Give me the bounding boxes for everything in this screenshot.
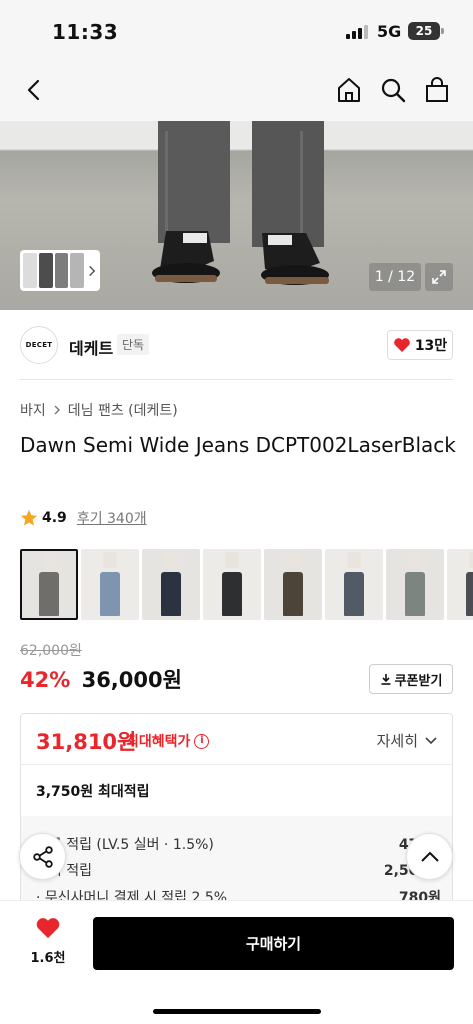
thumbnail-figure-top <box>347 552 361 568</box>
brand-row: DECET 데케트 단독 13만 <box>20 326 453 366</box>
points-breakdown: 등급 적립 (LV.5 실버 · 1.5%) 470원 후기 적립 2,500원… <box>21 816 452 912</box>
coupon-label: 쿠폰받기 <box>394 673 443 689</box>
wish-button[interactable]: 1.6천 <box>26 916 70 966</box>
benefit-box: 31,810원 최대혜택가 i 자세히 3,750원 최대적립 등급 적립 (L… <box>20 713 453 913</box>
discount-rate: 42% <box>20 668 71 692</box>
home-icon <box>338 78 360 102</box>
thumbnail-figure <box>39 572 59 616</box>
thumbnail-figure <box>100 572 120 616</box>
max-points: 3,750원 최대적립 <box>36 784 150 800</box>
product-title: Dawn Semi Wide Jeans DCPT002LaserBlack <box>20 433 456 457</box>
thumbnail-figure-top <box>286 552 300 568</box>
max-benefit-text: 최대혜택가 <box>126 734 191 750</box>
brand-logo[interactable]: DECET <box>20 326 58 364</box>
status-bar: 11:33 5G 25 <box>0 0 473 60</box>
thumbnail-figure <box>161 572 181 616</box>
thumbnail-figure-top <box>164 552 178 568</box>
price-row: 42% 36,000원 <box>20 664 182 694</box>
thumbnail-item[interactable] <box>447 549 473 620</box>
original-price: 62,000원 <box>20 643 82 659</box>
signal-icon <box>346 25 370 39</box>
thumbnail-figure <box>283 572 303 616</box>
image-counter: 1 / 12 <box>369 263 421 291</box>
download-icon <box>381 674 391 685</box>
thumbnail-item[interactable] <box>386 549 444 620</box>
share-button[interactable] <box>19 833 66 880</box>
thumbnail-item[interactable] <box>20 549 78 620</box>
thumbnail-figure-top <box>42 552 56 568</box>
back-button[interactable] <box>16 72 52 108</box>
max-benefit-price: 31,810원 <box>36 730 137 754</box>
mini-image <box>54 253 69 288</box>
chevron-right-icon <box>54 405 60 415</box>
brand-name[interactable]: 데케트 <box>69 335 113 359</box>
thumbnail-item[interactable] <box>81 549 139 620</box>
benefit-header: 31,810원 최대혜택가 i 자세히 <box>21 714 452 765</box>
mini-image <box>23 253 37 288</box>
thumbnail-item[interactable] <box>325 549 383 620</box>
rating-value: 4.9 <box>42 510 67 526</box>
home-indicator <box>153 1009 321 1014</box>
product-hero-image[interactable]: 1 / 12 <box>0 121 473 310</box>
thumbnail-item[interactable] <box>264 549 322 620</box>
rating-row: 4.9 후기 340개 <box>20 508 147 528</box>
cart-button[interactable] <box>419 72 455 108</box>
bottom-action-bar: 1.6천 구매하기 <box>0 900 473 1024</box>
benefit-detail-button[interactable]: 자세히 <box>377 730 438 751</box>
scroll-top-button[interactable] <box>406 833 453 880</box>
battery-icon: 25 <box>408 22 440 40</box>
expand-button[interactable] <box>425 263 453 291</box>
mini-image <box>70 253 84 288</box>
points-row: 후기 적립 2,500원 <box>36 860 441 880</box>
thumbnail-figure-top <box>225 552 239 568</box>
info-icon[interactable]: i <box>194 733 210 749</box>
thumbnail-figure <box>466 572 473 616</box>
thumbnail-figure-top <box>469 552 473 568</box>
wish-count: 1.6천 <box>30 951 66 966</box>
heart-icon <box>36 918 60 939</box>
status-time: 11:33 <box>52 20 119 44</box>
chevron-right-icon <box>89 265 96 276</box>
chevron-up-icon <box>420 851 439 862</box>
thumbnail-item[interactable] <box>203 549 261 620</box>
thumbnail-carousel[interactable] <box>20 549 473 620</box>
thumbnail-figure-top <box>103 552 117 568</box>
thumbnail-figure-top <box>408 552 422 568</box>
buy-button[interactable]: 구매하기 <box>93 917 454 970</box>
exclusive-badge: 단독 <box>117 334 150 355</box>
brand-like-count: 13만 <box>414 338 448 354</box>
top-nav <box>0 60 473 121</box>
back-icon <box>27 79 40 101</box>
sale-price: 36,000원 <box>81 668 182 692</box>
search-icon <box>381 78 406 103</box>
breadcrumb-item[interactable]: 바지 <box>20 400 46 420</box>
divider <box>20 379 453 380</box>
points-row: 등급 적립 (LV.5 실버 · 1.5%) 470원 <box>36 834 441 854</box>
home-button[interactable] <box>331 72 367 108</box>
thumbnail-item[interactable] <box>142 549 200 620</box>
max-benefit-label: 최대혜택가 i <box>126 731 210 751</box>
shopping-bag-icon <box>426 77 448 102</box>
share-icon <box>32 845 53 868</box>
expand-icon <box>432 270 446 284</box>
detail-label: 자세히 <box>376 732 418 750</box>
breadcrumb-item[interactable]: 데님 팬츠 (데케트) <box>68 400 178 420</box>
brand-like-button[interactable]: 13만 <box>387 330 453 360</box>
mini-image <box>38 253 53 288</box>
battery-tip <box>441 28 444 34</box>
hero-thumbnail-strip[interactable] <box>20 250 100 291</box>
breadcrumb: 바지 데님 팬츠 (데케트) <box>20 400 178 420</box>
search-button[interactable] <box>375 72 411 108</box>
thumbnail-figure <box>222 572 242 616</box>
chevron-down-icon <box>425 736 437 744</box>
star-icon <box>20 509 38 526</box>
thumbnail-figure <box>344 572 364 616</box>
thumbnail-figure <box>405 572 425 616</box>
network-label: 5G <box>377 22 402 41</box>
review-link[interactable]: 후기 340개 <box>77 508 147 528</box>
coupon-button[interactable]: 쿠폰받기 <box>369 664 453 694</box>
heart-icon <box>394 338 410 352</box>
